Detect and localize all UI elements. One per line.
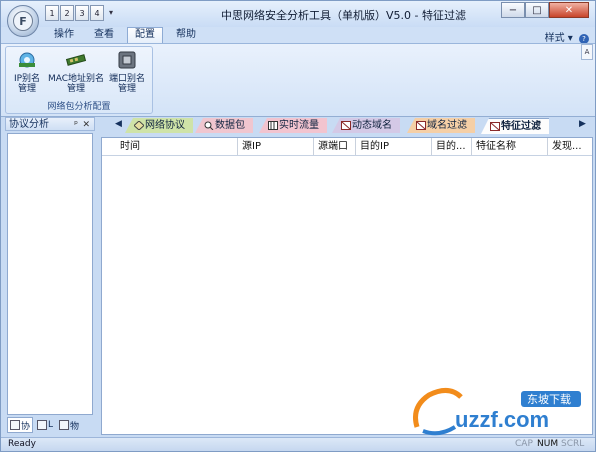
tab-signature-filter[interactable]: 特征过滤 <box>481 118 549 134</box>
style-menu[interactable]: 样式 ▾ ? <box>545 29 589 44</box>
panel-tab-l-label: L <box>48 420 54 430</box>
ribbon-group-packet-config: IP别名 管理 MAC地址别名 管理 端口别名 管理 网络包分析配置 <box>5 46 153 114</box>
maximize-button[interactable]: □ <box>525 2 549 18</box>
tab-signature-filter-label: 特征过滤 <box>501 121 541 132</box>
tab-realtime-traffic[interactable]: 实时流量 <box>259 118 327 133</box>
qat-button-2[interactable]: 2 <box>60 5 74 21</box>
qat-button-3[interactable]: 3 <box>75 5 89 21</box>
column-src-ip[interactable]: 源IP <box>238 138 314 155</box>
network-protocol-icon <box>134 121 144 130</box>
column-dst-port[interactable]: 目的... <box>432 138 472 155</box>
column-src-port[interactable]: 源端口 <box>314 138 356 155</box>
watermark-badge: 东坡下载 <box>527 393 571 406</box>
close-button[interactable]: ✕ <box>549 2 589 18</box>
mac-alias-icon <box>65 54 87 66</box>
tab-operate[interactable]: 操作 <box>47 28 81 42</box>
ribbon-side-tab[interactable]: A <box>581 44 593 60</box>
ribbon: IP别名 管理 MAC地址别名 管理 端口别名 管理 网络包分析配置 A <box>1 43 595 117</box>
panel-tab-protocol-label: 协 <box>21 421 31 432</box>
port-alias-icon <box>118 51 136 69</box>
watermark-logo: uzzf.com 东坡下载 <box>413 388 581 436</box>
cap-indicator: CAP <box>515 439 533 449</box>
watermark: uzzf.com 东坡下载 <box>409 383 589 439</box>
realtime-traffic-icon <box>268 121 278 130</box>
tab-scroll-right-icon[interactable]: ▶ <box>579 119 586 129</box>
panel-bottom-tabs: 协 L 物 <box>7 417 95 433</box>
watermark-brand: uzzf.com <box>455 407 549 432</box>
dynamic-domain-icon <box>341 121 351 130</box>
tab-dynamic-domain[interactable]: 动态域名 <box>332 118 400 133</box>
column-dst-ip[interactable]: 目的IP <box>356 138 432 155</box>
tab-packets-label: 数据包 <box>215 120 245 131</box>
ribbon-group-label: 网络包分析配置 <box>47 102 111 112</box>
ip-alias-label-1: IP别名 <box>13 74 41 84</box>
status-text: Ready <box>8 439 36 449</box>
ip-alias-icon <box>19 52 35 68</box>
tab-realtime-traffic-label: 实时流量 <box>279 120 319 131</box>
table-header: 时间 源IP 源端口 目的IP 目的... 特征名称 发现... <box>102 138 592 156</box>
app-window: F 1 2 3 4 ▾ 中思网络安全分析工具（单机版）V5.0 - 特征过滤 −… <box>0 0 596 452</box>
pin-icon[interactable]: ᵖ <box>74 118 78 132</box>
panel-tab-protocol[interactable]: 协 <box>7 417 34 433</box>
tab-packets[interactable]: 数据包 <box>195 118 253 133</box>
qat-customize-icon[interactable]: ▾ <box>109 5 113 21</box>
port-alias-label-2: 管理 <box>117 84 136 94</box>
app-menu-button[interactable]: F <box>7 5 39 37</box>
panel-header: 协议分析 ᵖ ✕ <box>5 117 95 131</box>
minimize-button[interactable]: − <box>501 2 525 18</box>
l-tab-icon <box>37 420 48 430</box>
ip-alias-label-2: 管理 <box>17 84 36 94</box>
tab-network-protocol-label: 网络协议 <box>145 120 185 131</box>
port-alias-label-1: 端口别名 <box>108 74 145 84</box>
quick-access-toolbar: 1 2 3 4 ▾ <box>45 5 113 21</box>
tab-domain-filter-label: 域名过滤 <box>427 120 467 131</box>
qat-button-4[interactable]: 4 <box>90 5 104 21</box>
window-controls: − □ ✕ <box>501 2 589 18</box>
protocol-tab-icon <box>10 420 20 430</box>
panel-close-icon[interactable]: ✕ <box>82 118 90 132</box>
scrl-indicator: SCRL <box>561 439 585 449</box>
panel-tab-physical-label: 物 <box>70 421 80 432</box>
tab-config[interactable]: 配置 <box>127 27 163 44</box>
tab-network-protocol[interactable]: 网络协议 <box>125 118 193 133</box>
tab-view[interactable]: 查看 <box>87 28 121 42</box>
tab-dynamic-domain-label: 动态域名 <box>352 120 392 131</box>
column-time[interactable]: 时间 <box>102 138 238 155</box>
tab-domain-filter[interactable]: 域名过滤 <box>407 118 475 133</box>
num-indicator: NUM <box>537 439 559 449</box>
ip-alias-button[interactable]: IP别名 管理 <box>10 51 44 94</box>
mac-alias-label-2: 管理 <box>66 84 85 94</box>
protocol-analysis-panel: 协议分析 ᵖ ✕ 协 L 物 <box>5 117 95 435</box>
app-logo: F <box>13 11 33 31</box>
panel-tab-physical[interactable]: 物 <box>57 417 81 433</box>
tab-scroll-left-icon[interactable]: ◀ <box>115 119 122 129</box>
title-bar: F 1 2 3 4 ▾ 中思网络安全分析工具（单机版）V5.0 - 特征过滤 −… <box>1 1 595 37</box>
protocol-tree[interactable] <box>7 133 93 415</box>
physical-tab-icon <box>59 420 70 430</box>
status-bar: Ready CAP NUM SCRL <box>1 437 595 451</box>
document-tab-bar: ◀ 网络协议 数据包 实时流量 动态域名 域名过滤 特征过滤 ▶ <box>99 117 593 134</box>
signature-filter-icon <box>490 122 500 131</box>
mac-alias-button[interactable]: MAC地址别名 管理 <box>46 51 106 94</box>
panel-tab-l[interactable]: L <box>35 417 55 433</box>
domain-filter-icon <box>416 121 426 130</box>
ribbon-tab-row: 操作 查看 配置 帮助 样式 ▾ ? <box>1 27 595 44</box>
column-signature-name[interactable]: 特征名称 <box>472 138 548 155</box>
mac-alias-label-1: MAC地址别名 <box>47 74 105 84</box>
qat-button-1[interactable]: 1 <box>45 5 59 21</box>
window-title: 中思网络安全分析工具（单机版）V5.0 - 特征过滤 <box>221 9 466 22</box>
port-alias-button[interactable]: 端口别名 管理 <box>106 51 148 94</box>
panel-title: 协议分析 <box>9 119 49 130</box>
column-found[interactable]: 发现... <box>548 138 592 155</box>
packets-icon <box>204 121 214 130</box>
tab-help[interactable]: 帮助 <box>169 28 203 42</box>
